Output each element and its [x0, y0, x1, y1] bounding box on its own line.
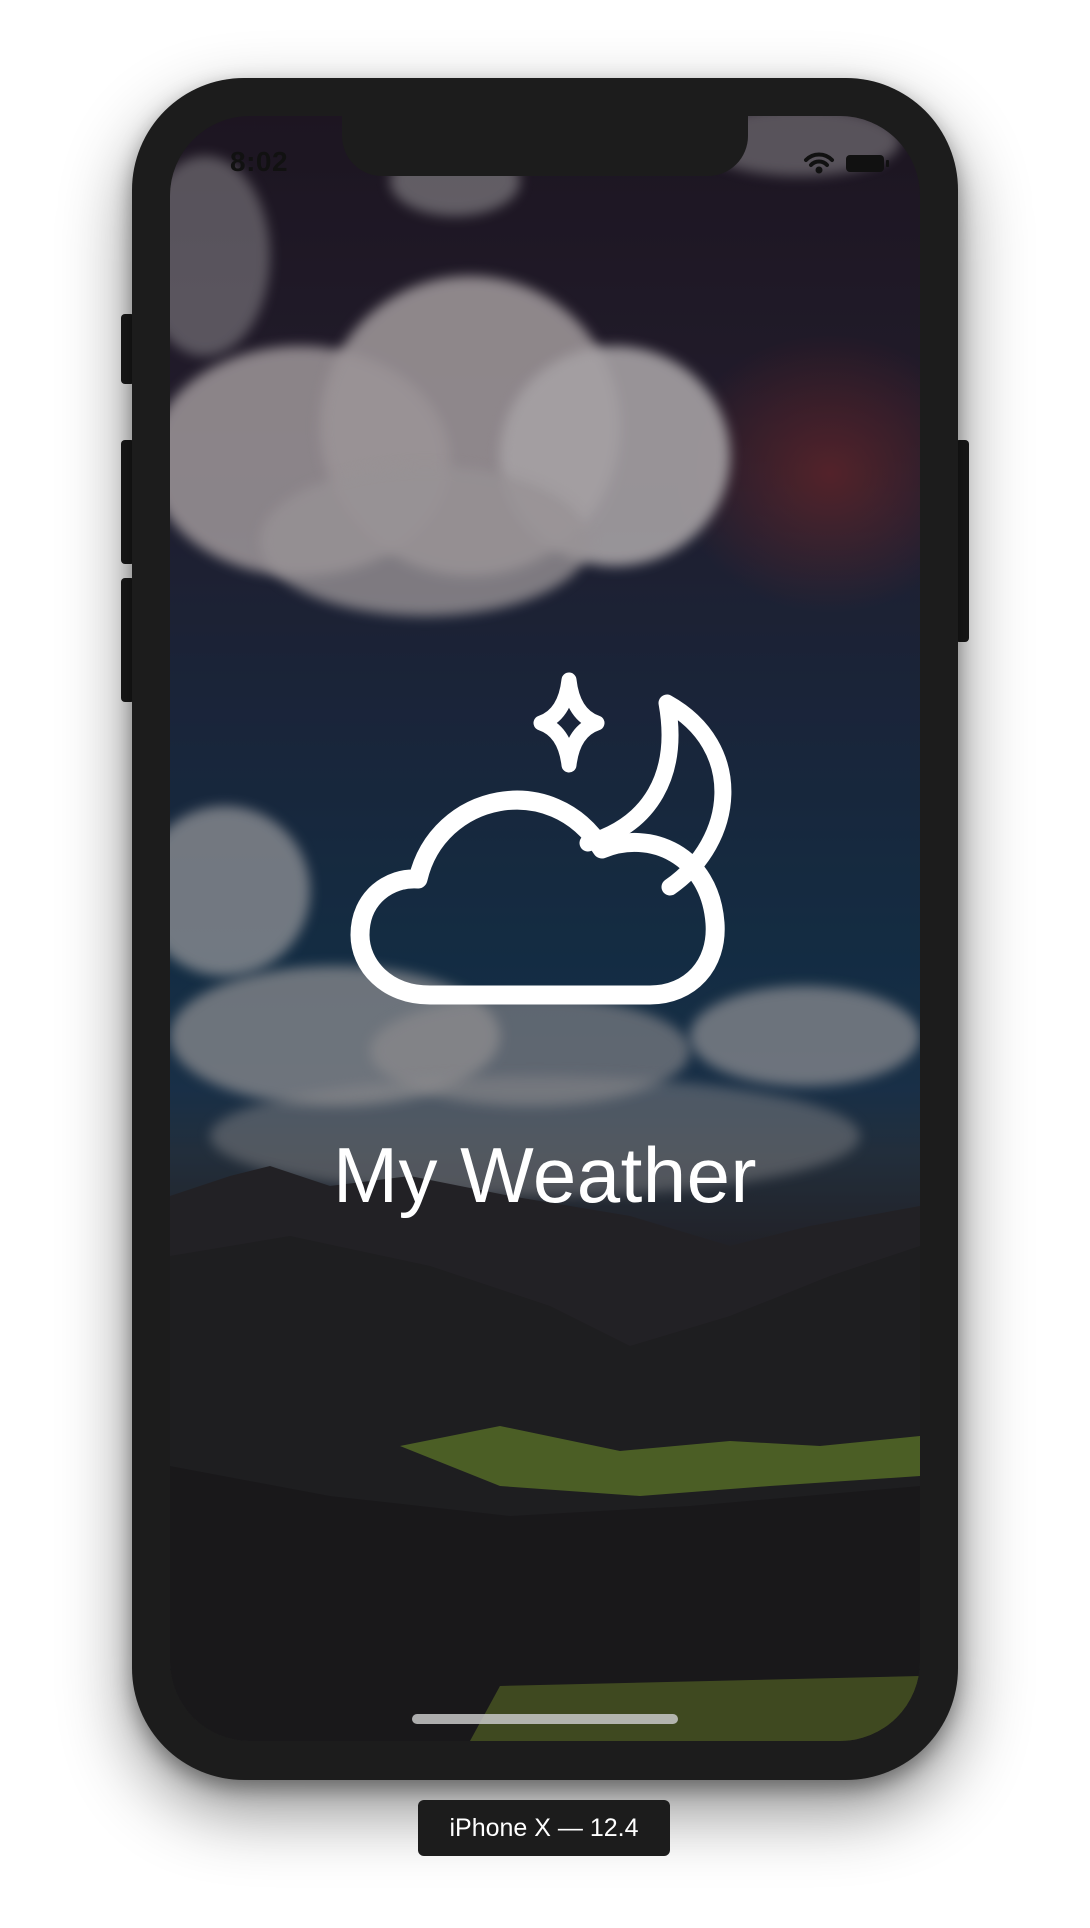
- cloud-moon-star-icon: [350, 672, 732, 1005]
- status-icons: [804, 152, 889, 174]
- notch: [342, 116, 748, 176]
- status-time: 8:02: [230, 146, 289, 177]
- wifi-icon: [804, 152, 834, 174]
- app-title: My Weather: [332, 1131, 758, 1219]
- device-label: iPhone X — 12.4: [418, 1800, 670, 1856]
- battery-icon: [846, 155, 889, 172]
- simulator-stage: 8:02 My Weather iPhone X — 12.4: [0, 0, 1090, 1928]
- home-indicator[interactable]: [412, 1714, 678, 1724]
